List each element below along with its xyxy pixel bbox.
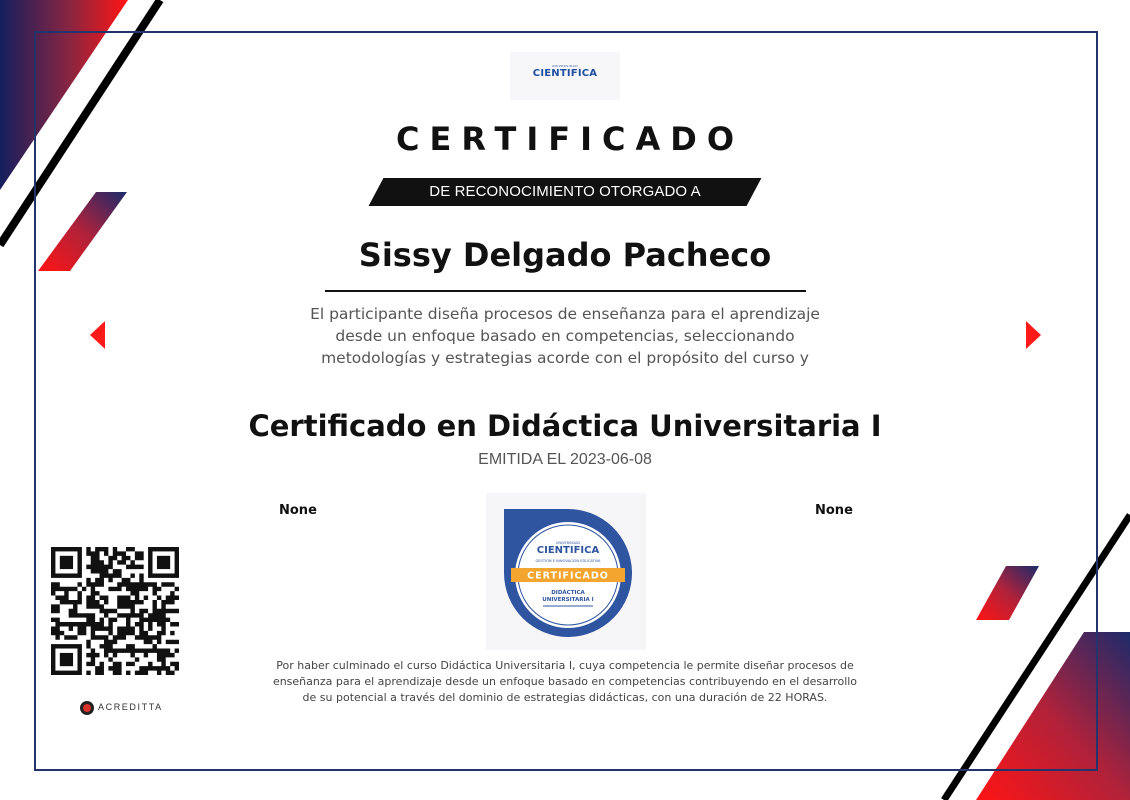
course-badge: UNIVERSIDAD CIENTIFICA GESTIÓN E INNOVAC… [486,493,646,650]
acreditta-text: ACREDITTA [98,702,163,712]
course-title: Certificado en Didáctica Universitaria I [248,409,882,443]
certificate-subtitle: DE RECONOCIMIENTO OTORGADO A [429,183,701,200]
badge-course-line1: DIDÁCTICA [551,589,585,596]
recipient-name: Sissy Delgado Pacheco [358,236,772,274]
competency-description: El participante diseña procesos de enseñ… [310,305,820,367]
badge-area: GESTIÓN E INNOVACIÓN EDUCATIVA [535,558,601,563]
institution-logo: UNIVERSIDAD CIENTIFICA [510,52,620,100]
badge-course-line2: UNIVERSITARIA I [542,597,593,603]
recipient-underline [325,290,806,292]
acreditta-mark-icon [80,701,94,715]
badge-ribbon-text: CERTIFICADO [527,571,609,582]
issue-date: EMITIDA EL 2023-06-08 [478,451,652,468]
signature-right: None [815,503,853,518]
acreditta-logo: ACREDITTA [80,701,163,715]
certificate-title: CERTIFICADO [395,120,745,158]
signature-left: None [279,503,317,518]
certificate-footer-text: Por haber culminado el curso Didáctica U… [272,659,858,704]
institution-logo-name: CIENTIFICA [532,68,598,79]
badge-institution: CIENTIFICA [537,545,600,556]
qr-code-icon[interactable] [51,547,180,676]
